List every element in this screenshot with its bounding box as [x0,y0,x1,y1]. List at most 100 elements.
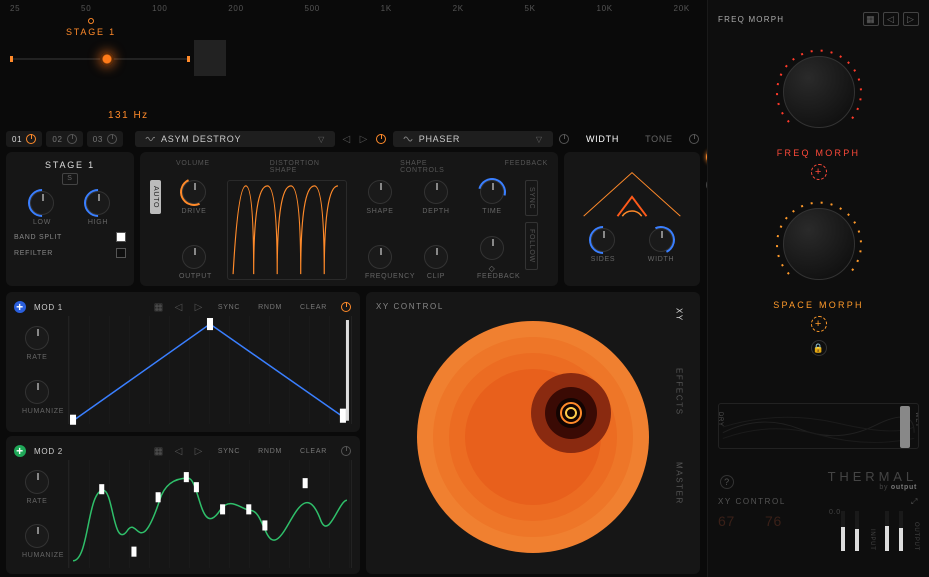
xy-x-value: 67 [718,513,735,529]
mod2-next-button[interactable]: ▷ [193,445,205,457]
fx2-selector[interactable]: PHASER ▽ [393,131,553,147]
stage-title: STAGE 1 [14,160,126,170]
frequency-ticks: 25501002005001K2K5K10K20K [10,4,690,13]
frequency-readout: 131 Hz [108,110,149,121]
freq-morph-knob[interactable] [769,42,869,142]
space-morph-knob[interactable] [769,194,869,294]
space-morph-label: SPACE MORPH [718,300,919,310]
output-knob[interactable]: OUTPUT [179,245,209,280]
freq-morph-label: FREQ MORPH [718,148,919,158]
dry-wet-display: DRY WET [718,403,919,449]
mod2-panel: + MOD 2 ▦ ◁ ▷ SYNC RNDM CLEAR RATE HUMAN… [6,436,360,574]
mod2-prev-button[interactable]: ◁ [173,445,185,457]
stage-tag: STAGE 1 [66,18,116,37]
chevron-down-icon: ▽ [318,135,325,144]
xy-expand-button[interactable]: ⤢ [911,497,919,507]
mod1-preset-icon[interactable]: ▦ [153,301,165,313]
fx2-power-button[interactable] [559,133,570,145]
low-cut-knob[interactable]: LOW [27,191,57,226]
input-meter-r [855,511,859,551]
sine-icon [403,134,413,144]
output-meter [885,511,889,551]
time-knob[interactable]: TIME [477,180,507,215]
section-tabs: 0102 03 ASYM DESTROY ▽ ◁ ▷ PHASER ▽ WIDTH… [6,128,700,150]
width-visualizer [574,162,690,222]
mod1-panel: + MOD 1 ▦ ◁ ▷ SYNC RNDM CLEAR RATE HUMAN… [6,292,360,432]
auto-gain-button[interactable]: AUTO [150,180,161,214]
band-split-checkbox[interactable] [116,232,126,242]
fx1-selector[interactable]: ASYM DESTROY ▽ [135,131,335,147]
xy-title: XY CONTROL [376,302,690,311]
xy-y-value: 76 [765,513,782,529]
mod1-title: MOD 1 [34,303,63,312]
width-tab[interactable]: WIDTH [576,131,629,147]
distortion-panel: VOLUME DISTORTION SHAPE SHAPE CONTROLS F… [140,152,558,286]
output-meter-r [899,511,903,551]
dry-wet-slider[interactable] [900,406,910,448]
space-morph-assign-button[interactable]: + [811,316,827,332]
xy-control-panel: XY CONTROL [366,292,700,574]
width-knob[interactable]: WIDTH [646,228,676,263]
view-tabs: XY EFFECTS MASTER [665,300,693,512]
brand-logo: THERMAL by output [828,469,917,491]
fx1-power-button[interactable] [376,133,387,145]
mod1-prev-button[interactable]: ◁ [173,301,185,313]
feedback-knob[interactable]: ◇FEEDBACK [477,236,507,280]
stage-tab-02[interactable]: 02 [46,131,82,147]
shape-knob[interactable]: SHAPE [365,180,395,215]
band-shelf [194,40,226,76]
xy-view-tab[interactable]: XY [672,300,687,330]
mod1-assign-icon[interactable]: + [14,301,26,313]
lock-button[interactable]: 🔒 [811,340,827,356]
fx1-prev-button[interactable]: ◁ [341,133,352,145]
mod1-sync-button[interactable]: SYNC [213,302,245,313]
sides-knob[interactable]: SIDES [588,228,618,263]
mod2-preset-icon[interactable]: ▦ [153,445,165,457]
refilter-checkbox[interactable] [116,248,126,258]
width-power-button[interactable] [689,133,700,145]
solo-button[interactable]: S [62,173,78,185]
preset-prev-button[interactable]: ◁ [883,12,899,26]
clip-knob[interactable]: CLIP [421,245,451,280]
io-meters: 0.0 INPUT OUTPUT [841,511,919,551]
mod2-assign-icon[interactable]: + [14,445,26,457]
sync-button[interactable]: SYNC [525,180,538,216]
xy-pad[interactable] [413,317,653,557]
mod1-clear-button[interactable]: CLEAR [295,302,332,313]
distortion-shape-display[interactable] [227,180,347,280]
help-button[interactable]: ? [720,475,734,489]
drive-knob[interactable]: DRIVE [179,180,209,215]
frequency-spectrum[interactable]: 25501002005001K2K5K10K20K STAGE 1 [0,0,700,88]
mod2-random-button[interactable]: RNDM [253,446,287,457]
follow-button[interactable]: FOLLOW [525,222,538,270]
preset-browser-button[interactable]: ▦ [863,12,879,26]
stage-settings-panel: STAGE 1 S LOW HIGH BAND SPLIT REFILTER [6,152,134,286]
mod1-random-button[interactable]: RNDM [253,302,287,313]
mod2-title: MOD 2 [34,447,63,456]
mod1-next-button[interactable]: ▷ [193,301,205,313]
master-view-tab[interactable]: MASTER [672,454,687,513]
high-cut-knob[interactable]: HIGH [83,191,113,226]
tone-tab[interactable]: TONE [635,131,683,147]
mod2-curve-editor[interactable] [68,460,352,568]
mod2-power-button[interactable] [340,445,352,457]
frequency-knob[interactable]: FREQUENCY [365,245,395,280]
preset-next-button[interactable]: ▷ [903,12,919,26]
effects-view-tab[interactable]: EFFECTS [672,360,687,424]
freq-morph-assign-button[interactable]: + [811,164,827,180]
xy-mini-panel: XY CONTROL ⤢ 67 76 0.0 INPUT OUTPUT [718,497,919,567]
mod2-humanize-knob[interactable]: HUMANIZE [22,524,52,559]
mod1-humanize-knob[interactable]: HUMANIZE [22,380,52,415]
mod2-sync-button[interactable]: SYNC [213,446,245,457]
stage-tab-03[interactable]: 03 [87,131,123,147]
mod1-rate-knob[interactable]: RATE [22,326,52,361]
mod1-power-button[interactable] [340,301,352,313]
mod2-rate-knob[interactable]: RATE [22,470,52,505]
stage-tab-01[interactable]: 01 [6,131,42,147]
depth-knob[interactable]: DEPTH [421,180,451,215]
input-meter [841,511,845,551]
crossover-node[interactable] [100,52,114,66]
fx1-next-button[interactable]: ▷ [358,133,369,145]
mod1-curve-editor[interactable] [68,316,352,424]
mod2-clear-button[interactable]: CLEAR [295,446,332,457]
